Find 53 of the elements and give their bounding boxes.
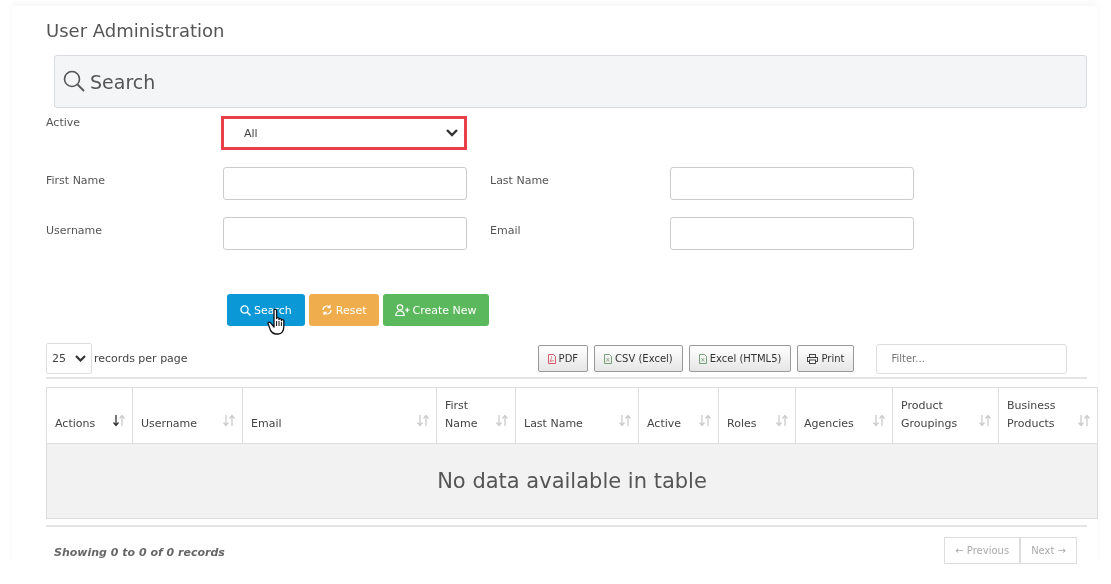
- export-button[interactable]: Excel (HTML5): [688, 345, 792, 372]
- column-header[interactable]: Agencies: [795, 387, 893, 444]
- add-user-icon: [394, 304, 410, 316]
- column-header[interactable]: Username: [132, 387, 243, 444]
- column-header[interactable]: Active: [638, 387, 719, 444]
- column-header[interactable]: Actions: [46, 387, 133, 444]
- column-header[interactable]: Product Groupings: [892, 387, 999, 444]
- dropdown-value: 25: [52, 352, 66, 365]
- active-dropdown[interactable]: All: [221, 116, 467, 150]
- input-field[interactable]: [223, 217, 467, 250]
- column-header[interactable]: Roles: [718, 387, 796, 444]
- field-label: First Name: [46, 174, 106, 187]
- column-header[interactable]: Business Products: [998, 387, 1098, 444]
- chevron-down-icon: [75, 355, 86, 362]
- search-field[interactable]: Search: [54, 55, 1087, 108]
- empty-message: No data available in table: [437, 469, 707, 493]
- sort-arrows-icon: [112, 414, 126, 427]
- sort-arrows-icon: [978, 414, 992, 427]
- column-header[interactable]: First Name: [436, 387, 516, 444]
- sort-arrows-icon: [222, 414, 236, 427]
- dropdown-value: All: [244, 126, 258, 140]
- export-button[interactable]: PDF: [537, 345, 589, 372]
- refresh-icon: [320, 304, 333, 316]
- export-button[interactable]: CSV (Excel): [594, 345, 683, 372]
- field-label: Last Name: [490, 174, 549, 187]
- page-length-label: records per page: [94, 352, 188, 365]
- page-length-dropdown[interactable]: 25: [46, 343, 92, 374]
- input-field[interactable]: [223, 167, 467, 200]
- search-icon: [240, 304, 251, 316]
- sort-arrows-icon: [872, 414, 886, 427]
- field-label: Username: [46, 224, 103, 237]
- input-field[interactable]: [670, 167, 914, 200]
- chevron-down-icon: [446, 129, 458, 137]
- printer-icon: [807, 353, 819, 364]
- sort-arrows-icon: [495, 414, 509, 427]
- pdf-file-icon: [547, 353, 556, 364]
- column-header[interactable]: Email: [242, 387, 437, 444]
- field-label: Active: [46, 116, 81, 129]
- export-button[interactable]: Print: [797, 345, 855, 372]
- input-field[interactable]: [670, 217, 914, 250]
- filter-field[interactable]: Filter...: [876, 343, 1068, 374]
- page-title: User Administration: [46, 20, 225, 41]
- column-header[interactable]: Last Name: [515, 387, 639, 444]
- sort-arrows-icon: [618, 414, 632, 427]
- sort-arrows-icon: [416, 414, 430, 427]
- spreadsheet-file-icon: [698, 353, 707, 364]
- sort-arrows-icon: [698, 414, 712, 427]
- search-icon: [63, 70, 85, 92]
- field-label: Email: [490, 224, 521, 237]
- sort-arrows-icon: [775, 414, 789, 427]
- spreadsheet-file-icon: [604, 353, 613, 364]
- sort-arrows-icon: [1077, 414, 1091, 427]
- records-info: Showing 0 to 0 of 0 records: [54, 546, 225, 559]
